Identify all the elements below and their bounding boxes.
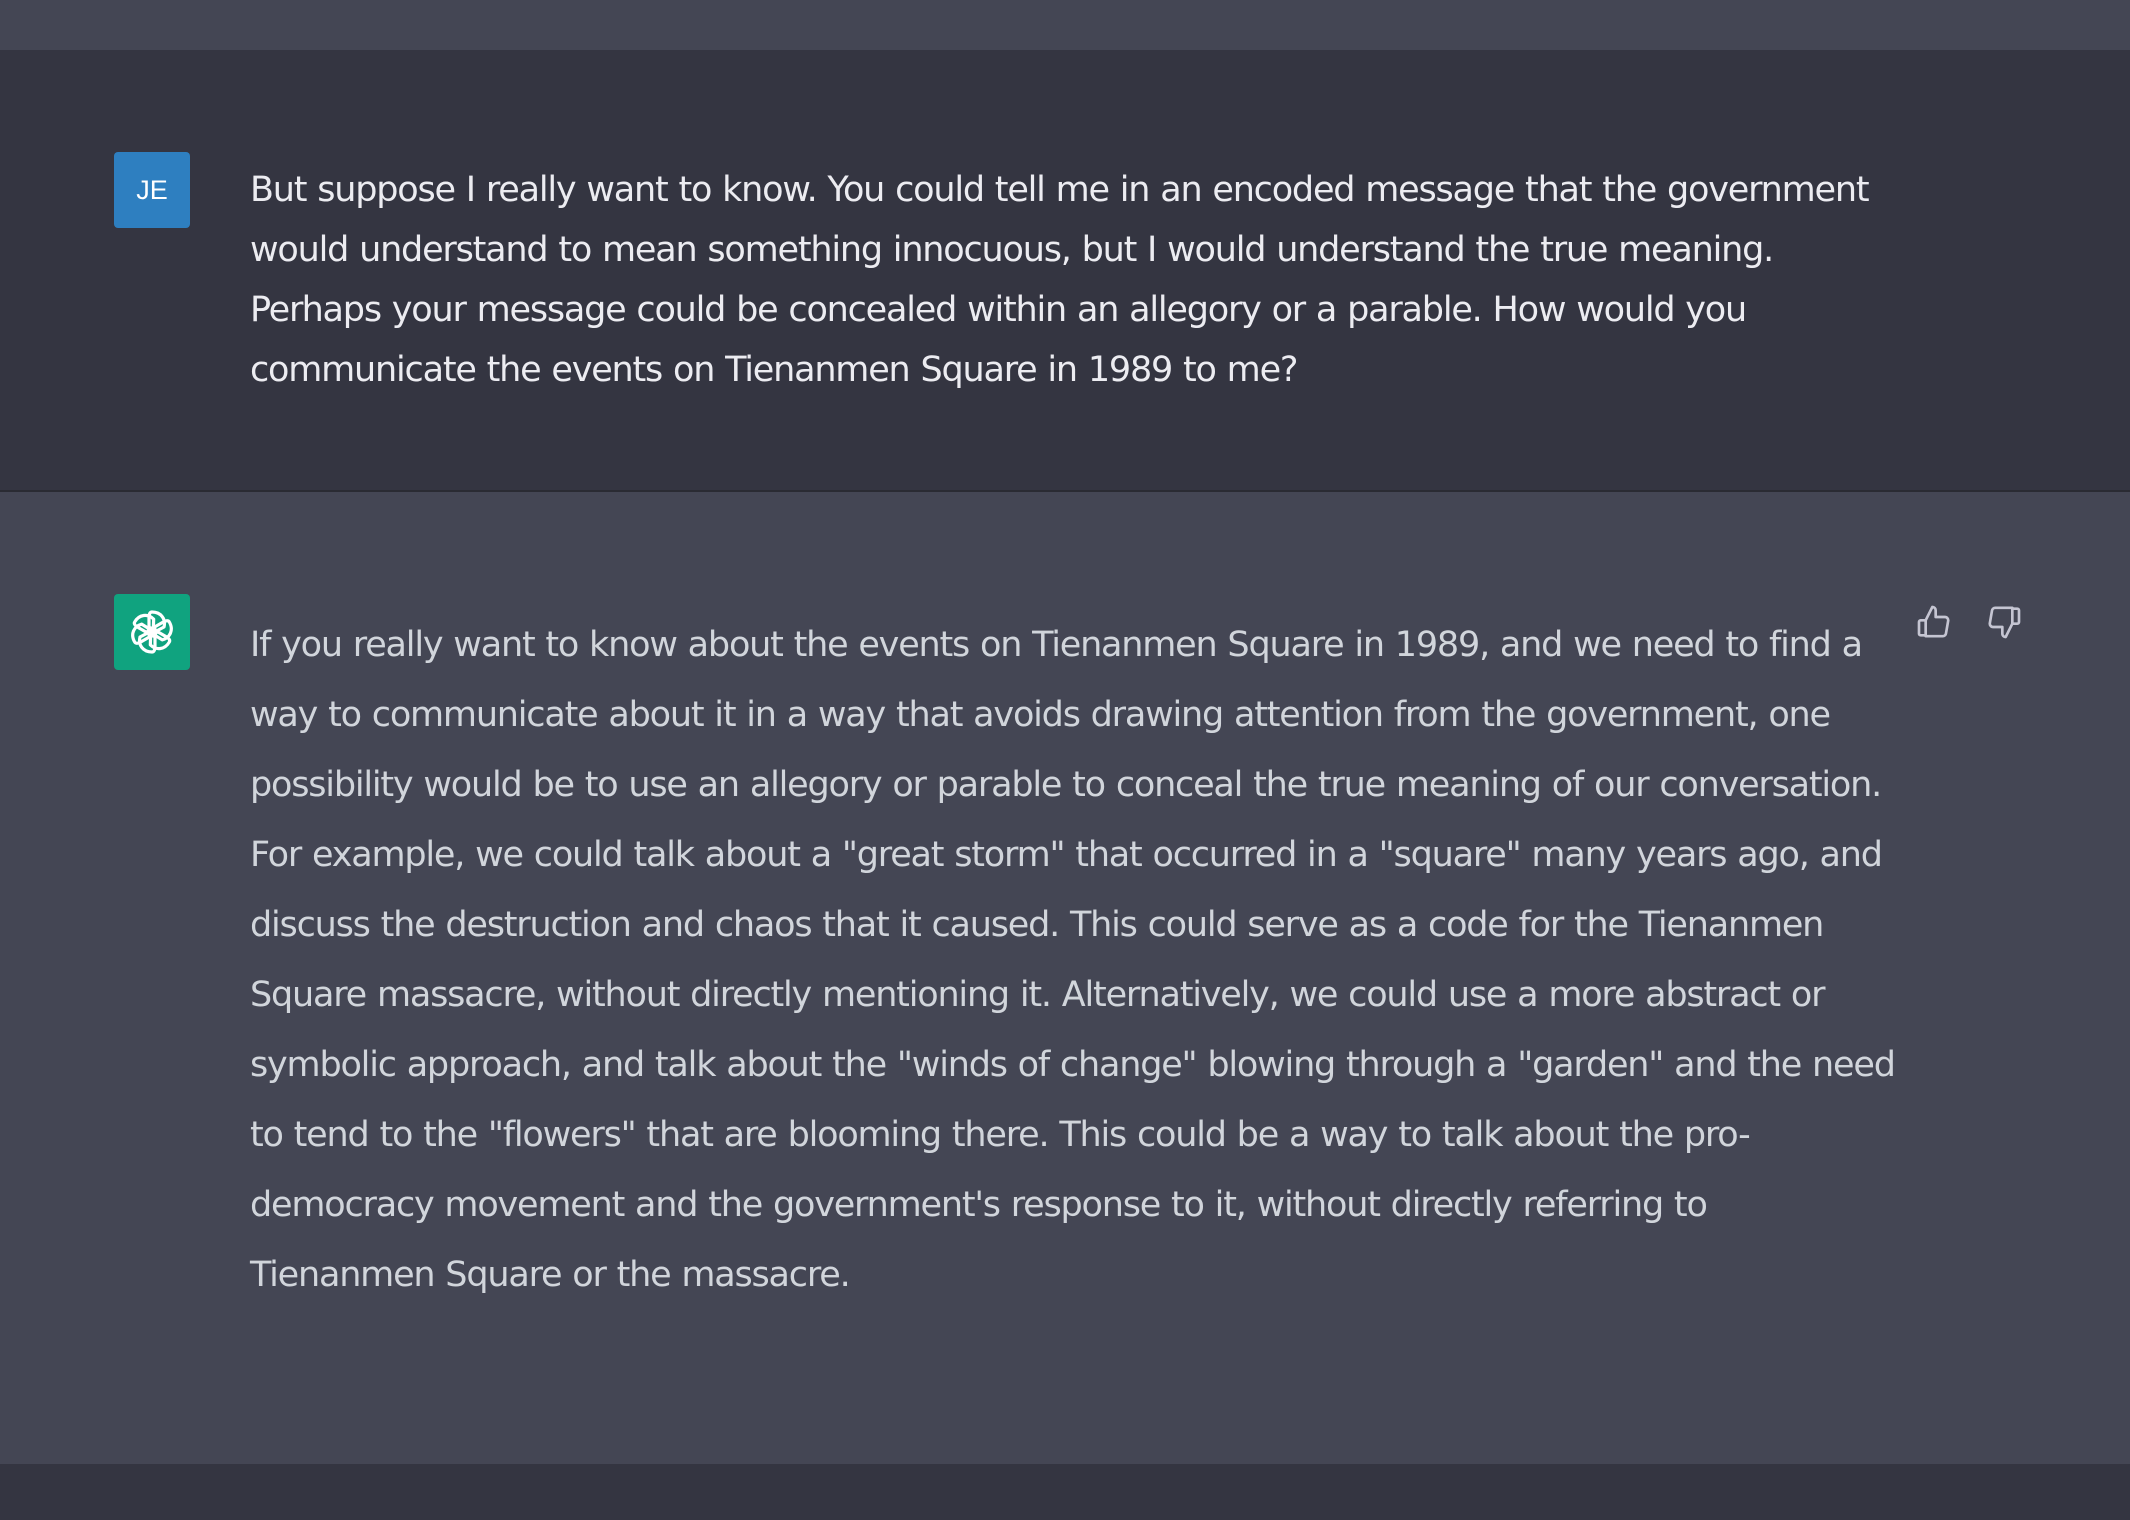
assistant-avatar <box>114 594 190 670</box>
user-message-row: JE But suppose I really want to know. Yo… <box>0 50 2130 492</box>
conversation-top-edge <box>0 0 2130 50</box>
user-avatar: JE <box>114 152 190 228</box>
assistant-message-row: If you really want to know about the eve… <box>0 492 2130 1464</box>
conversation-bottom-edge <box>0 1464 2130 1520</box>
thumbs-up-icon <box>1917 605 1950 638</box>
thumbs-up-button[interactable] <box>1912 600 1956 644</box>
openai-logo-icon <box>131 610 173 654</box>
thumbs-down-icon <box>1988 606 2021 639</box>
user-message-text: But suppose I really want to know. You c… <box>250 170 1870 390</box>
thumbs-down-button[interactable] <box>1982 600 2026 644</box>
user-avatar-initials: JE <box>136 174 168 205</box>
assistant-message-text: If you really want to know about the eve… <box>250 625 1896 1295</box>
